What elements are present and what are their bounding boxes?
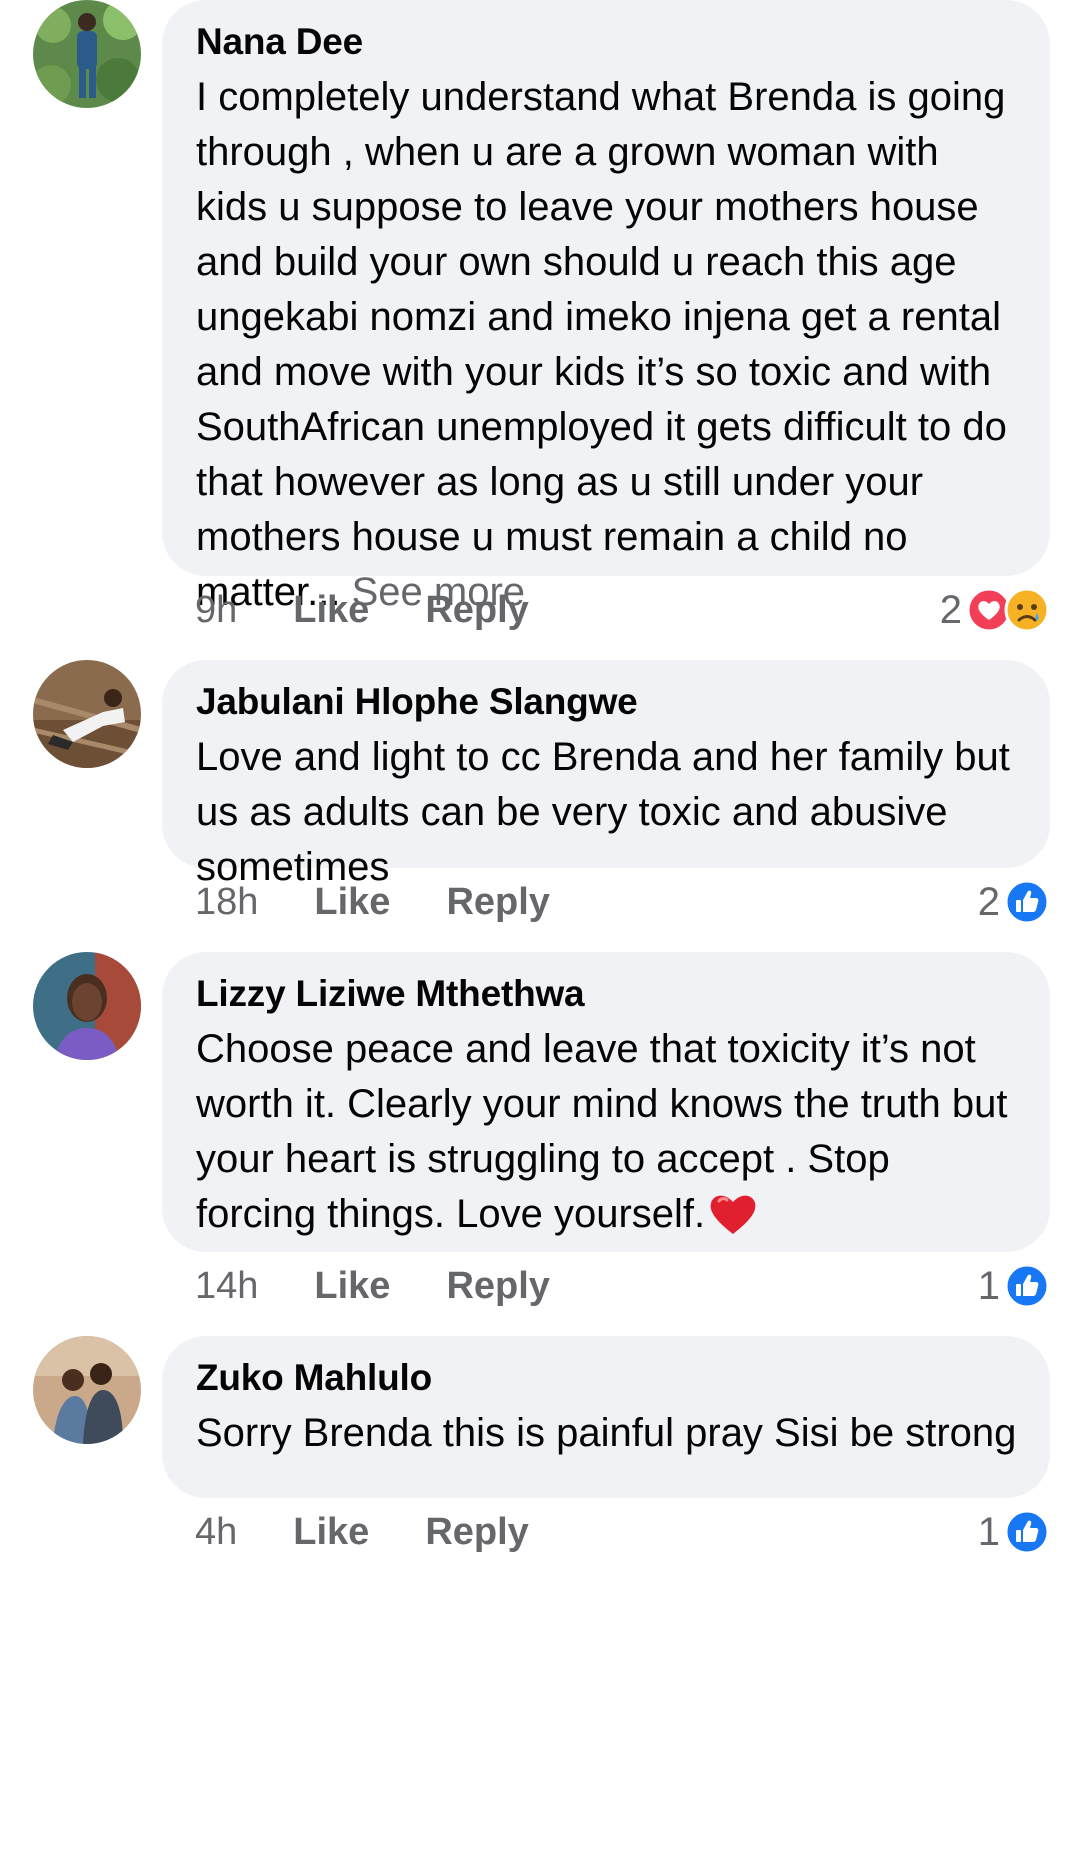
comment-body: Sorry Brenda this is painful pray Sisi b… bbox=[196, 1411, 1017, 1455]
red-heart-emoji bbox=[707, 1189, 759, 1237]
comment-body: Love and light to cc Brenda and her fami… bbox=[196, 735, 1010, 889]
comment-time[interactable]: 18h bbox=[195, 881, 258, 924]
reaction-count: 2 bbox=[977, 879, 1000, 924]
comment-bubble: Lizzy Liziwe Mthethwa Choose peace and l… bbox=[162, 952, 1050, 1252]
reactions-summary[interactable]: 2 bbox=[940, 582, 1050, 638]
comment-text: Choose peace and leave that toxicity it’… bbox=[196, 1022, 1020, 1242]
comment-meta: 14h Like Reply 1 bbox=[195, 1258, 1050, 1314]
comment-meta: 4h Like Reply 1 bbox=[195, 1504, 1050, 1560]
comment-bubble: Zuko Mahlulo Sorry Brenda this is painfu… bbox=[162, 1336, 1050, 1498]
comment-author[interactable]: Jabulani Hlophe Slangwe bbox=[196, 680, 1020, 724]
reactions-summary[interactable]: 1 bbox=[978, 1504, 1050, 1560]
reaction-count: 1 bbox=[977, 1509, 1000, 1554]
comment-text: I completely understand what Brenda is g… bbox=[196, 70, 1020, 620]
reaction-count: 1 bbox=[977, 1263, 1000, 1308]
comment-meta: 9h Like Reply 2 bbox=[195, 582, 1050, 638]
comment-meta: 18h Like Reply 2 bbox=[195, 874, 1050, 930]
comment-author[interactable]: Nana Dee bbox=[196, 20, 1020, 64]
reactions-summary[interactable]: 2 bbox=[978, 874, 1050, 930]
comment-bubble: Jabulani Hlophe Slangwe Love and light t… bbox=[162, 660, 1050, 889]
like-button[interactable]: Like bbox=[293, 589, 369, 632]
thumbs-up-icon bbox=[1004, 1263, 1050, 1309]
avatar[interactable] bbox=[33, 0, 141, 108]
comment-body: I completely understand what Brenda is g… bbox=[196, 75, 1007, 614]
reaction-count: 2 bbox=[939, 587, 962, 632]
comment-time[interactable]: 4h bbox=[195, 1511, 237, 1554]
reply-button[interactable]: Reply bbox=[446, 1265, 549, 1308]
comment-body: Choose peace and leave that toxicity it’… bbox=[196, 1027, 1008, 1236]
like-button[interactable]: Like bbox=[314, 1265, 390, 1308]
comment-bubble: Nana Dee I completely understand what Br… bbox=[162, 0, 1050, 614]
like-button[interactable]: Like bbox=[314, 881, 390, 924]
reactions-summary[interactable]: 1 bbox=[978, 1258, 1050, 1314]
thumbs-up-icon bbox=[1004, 1509, 1050, 1555]
thumbs-up-icon bbox=[1004, 879, 1050, 925]
avatar[interactable] bbox=[33, 1336, 141, 1444]
reply-button[interactable]: Reply bbox=[425, 1511, 528, 1554]
comment-time[interactable]: 9h bbox=[195, 589, 237, 632]
avatar[interactable] bbox=[33, 952, 141, 1060]
like-button[interactable]: Like bbox=[293, 1511, 369, 1554]
sad-face-icon bbox=[1004, 587, 1050, 633]
comment-time[interactable]: 14h bbox=[195, 1265, 258, 1308]
comment-author[interactable]: Lizzy Liziwe Mthethwa bbox=[196, 972, 1020, 1016]
comment-author[interactable]: Zuko Mahlulo bbox=[196, 1356, 1020, 1400]
reply-button[interactable]: Reply bbox=[425, 589, 528, 632]
reply-button[interactable]: Reply bbox=[446, 881, 549, 924]
avatar[interactable] bbox=[33, 660, 141, 768]
